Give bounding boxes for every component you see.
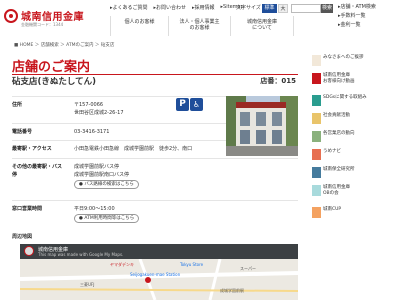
sidebar-item-label: SDGsに関する取組み bbox=[323, 95, 367, 100]
map-heading: 周辺地図 bbox=[12, 234, 33, 240]
sidebar-item-ob[interactable]: 城南信用金庫 OBの会 bbox=[312, 184, 400, 202]
social-thumb bbox=[312, 113, 321, 124]
font-size-label: 文字サイズ bbox=[236, 5, 261, 11]
bank-code: 金融機関コード：1344 bbox=[21, 22, 64, 27]
umenavi-thumb bbox=[312, 149, 321, 160]
breadcrumb-current: 砧支店 bbox=[100, 43, 115, 48]
search-button[interactable]: 検索 bbox=[321, 4, 333, 13]
breadcrumb-atm[interactable]: ATMのご案内 bbox=[66, 43, 93, 48]
street-address: 世田谷区成城2-26-17 bbox=[74, 110, 124, 116]
nav-personal-label: 個人のお客様 bbox=[124, 19, 155, 25]
map-streets bbox=[20, 259, 298, 300]
site-logo[interactable]: 城南信用金庫 金融機関コード：1344 bbox=[4, 8, 96, 32]
branches-thumb bbox=[312, 131, 321, 142]
sidebar-item-video[interactable]: 城南信用金庫 お客様向け動画 bbox=[312, 72, 400, 90]
bus-route-search-label: バス路線の検索はこちら bbox=[84, 182, 134, 187]
access-label: 最寄駅・アクセス bbox=[12, 146, 52, 152]
sidebar-item-label: 社会貢献活動 bbox=[323, 113, 350, 118]
nav-about-label-2: について bbox=[252, 25, 272, 31]
nav-about[interactable]: 城南信用金庫 について bbox=[230, 16, 294, 36]
atm-hours-button[interactable]: ● ATM利用時間等はこちら bbox=[74, 214, 140, 223]
other-stations-label: その他の最寄駅・バス停 bbox=[12, 164, 63, 178]
map-title-bar: 城南信用金庫 This map was made with Google My … bbox=[20, 244, 298, 259]
wheelchair-icon: ♿ bbox=[190, 98, 203, 111]
hours-label: 窓口営業時間 bbox=[12, 206, 43, 212]
branch-atm-search-link[interactable]: ▸店舗・ATM検索 bbox=[338, 3, 400, 12]
sidebar-item-label: 城南CUP bbox=[323, 207, 342, 212]
sidebar-item-cup[interactable]: 城南CUP bbox=[312, 206, 400, 224]
branch-building-image bbox=[226, 96, 298, 156]
recruit-link[interactable]: ▸採用情報 bbox=[192, 4, 215, 12]
sidebar-item-label: 城南保全研究所 bbox=[323, 167, 355, 172]
fee-list-link[interactable]: ▸手数料一覧 bbox=[338, 12, 400, 21]
sidebar-item-research[interactable]: 城南保全研究所 bbox=[312, 166, 400, 184]
map-label-yamada: ヤマダデンキ bbox=[110, 262, 134, 267]
video-thumb bbox=[312, 73, 321, 84]
rate-list-link[interactable]: ▸金利一覧 bbox=[338, 21, 400, 30]
nav-business-label-2: のお客様 bbox=[189, 25, 210, 31]
site-header: 城南信用金庫 金融機関コード：1344 ▸よくあるご質問 ▸お問い合わせ ▸採用… bbox=[0, 0, 400, 40]
research-thumb bbox=[312, 167, 321, 178]
hours-row: 窓口営業時間 平日9:00～15:00 ● ATM利用時間等はこちら bbox=[12, 200, 298, 228]
sidebar-item-greeting[interactable]: みなさまへのご挨拶 bbox=[312, 54, 400, 72]
faq-link[interactable]: ▸よくあるご質問 bbox=[110, 4, 148, 12]
font-size-large-button[interactable]: 大 bbox=[278, 4, 288, 13]
map-subtitle: This map was made with Google My Maps. bbox=[38, 252, 124, 257]
greeting-thumb bbox=[312, 55, 321, 66]
cup-thumb bbox=[312, 207, 321, 218]
page-title: 店舗のご案内 bbox=[12, 60, 91, 75]
sidebar-item-label: うめナビ bbox=[323, 149, 341, 154]
atm-hours-label: ATM利用時間等はこちら bbox=[84, 216, 135, 221]
branch-name: 砧支店(きぬたしてん) bbox=[12, 77, 97, 87]
hours-text: 平日9:00～15:00 bbox=[74, 206, 115, 212]
sidebar-item-label: 各営業店の動向 bbox=[323, 131, 355, 136]
quick-links: ▸店舗・ATM検索 ▸手数料一覧 ▸金利一覧 bbox=[338, 3, 400, 30]
map-label-bank: 三菱UFJ bbox=[80, 282, 95, 287]
bus-stop-1: 成城学園前駅バス停 bbox=[74, 164, 120, 170]
map-label-tokyu: Tokyu Store bbox=[180, 262, 204, 267]
hours-value: 平日9:00～15:00 ● ATM利用時間等はこちら bbox=[74, 205, 140, 223]
logo-name: 城南信用金庫 bbox=[21, 12, 84, 23]
search-input[interactable] bbox=[291, 4, 321, 13]
other-stations-row: その他の最寄駅・バス停 成城学園前駅バス停 成城学園前駅南口バス停 ● バス路線… bbox=[12, 158, 298, 198]
branch-photo bbox=[226, 96, 298, 156]
sidebar-item-label: 城南信用金庫 お客様向け動画 bbox=[323, 73, 355, 84]
map-label-station-jp: 成城学園前駅 bbox=[220, 288, 244, 293]
utility-nav: ▸よくあるご質問 ▸お問い合わせ ▸採用情報 ▸Sitemap bbox=[110, 4, 244, 12]
sidebar-item-sdgs[interactable]: SDGsに関する取組み bbox=[312, 94, 400, 112]
bus-route-search-button[interactable]: ● バス路線の検索はこちら bbox=[74, 180, 139, 189]
bus-stop-2: 成城学園前駅南口バス停 bbox=[74, 172, 130, 178]
nav-business[interactable]: 法人・個人事業主 のお客様 bbox=[168, 16, 230, 36]
embedded-map[interactable]: 城南信用金庫 This map was made with Google My … bbox=[20, 244, 298, 300]
branch-number: 店番：015 bbox=[260, 77, 296, 85]
sdgs-icon bbox=[312, 95, 321, 106]
breadcrumb-home[interactable]: ■ HOME bbox=[14, 43, 33, 48]
logo-mark-icon bbox=[4, 9, 18, 23]
sidebar-item-social[interactable]: 社会貢献活動 bbox=[312, 112, 400, 130]
sidebar-item-branches[interactable]: 各営業店の動向 bbox=[312, 130, 400, 148]
map-avatar bbox=[24, 246, 34, 256]
other-stations-value: 成城学園前駅バス停 成城学園前駅南口バス停 ● バス路線の検索はこちら bbox=[74, 163, 139, 189]
sidebar-item-umenavi[interactable]: うめナビ bbox=[312, 148, 400, 166]
ob-thumb bbox=[312, 185, 321, 196]
phone-value[interactable]: 03-3416-3171 bbox=[74, 128, 109, 136]
address-value: 〒157-0066 世田谷区成城2-26-17 bbox=[74, 101, 124, 117]
breadcrumb-branch-search[interactable]: 店舗検索 bbox=[41, 43, 59, 48]
contact-link[interactable]: ▸お問い合わせ bbox=[154, 4, 187, 12]
sidebar-item-label: 城南信用金庫 OBの会 bbox=[323, 185, 350, 196]
map-label-store: スーパー bbox=[240, 266, 256, 271]
phone-label: 電話番号 bbox=[12, 129, 33, 135]
parking-icon: P bbox=[176, 98, 189, 111]
map-label-station: Seijogakuen-mae Station bbox=[130, 272, 181, 277]
postal-code: 〒157-0066 bbox=[74, 102, 104, 108]
font-size-standard-button[interactable]: 標準 bbox=[262, 4, 277, 13]
nav-personal[interactable]: 個人のお客様 bbox=[110, 16, 168, 36]
access-value: 小田急電鉄小田急線 成城学園前駅 徒歩2分、南口 bbox=[74, 146, 193, 152]
address-label: 住所 bbox=[12, 102, 23, 108]
category-nav: 個人のお客様 法人・個人事業主 のお客様 城南信用金庫 について bbox=[110, 16, 294, 36]
sidebar-item-label: みなさまへのご挨拶 bbox=[323, 55, 364, 60]
breadcrumb: ■ HOME ＞ 店舗検索 ＞ ATMのご案内 ＞ 砧支店 bbox=[14, 43, 115, 48]
